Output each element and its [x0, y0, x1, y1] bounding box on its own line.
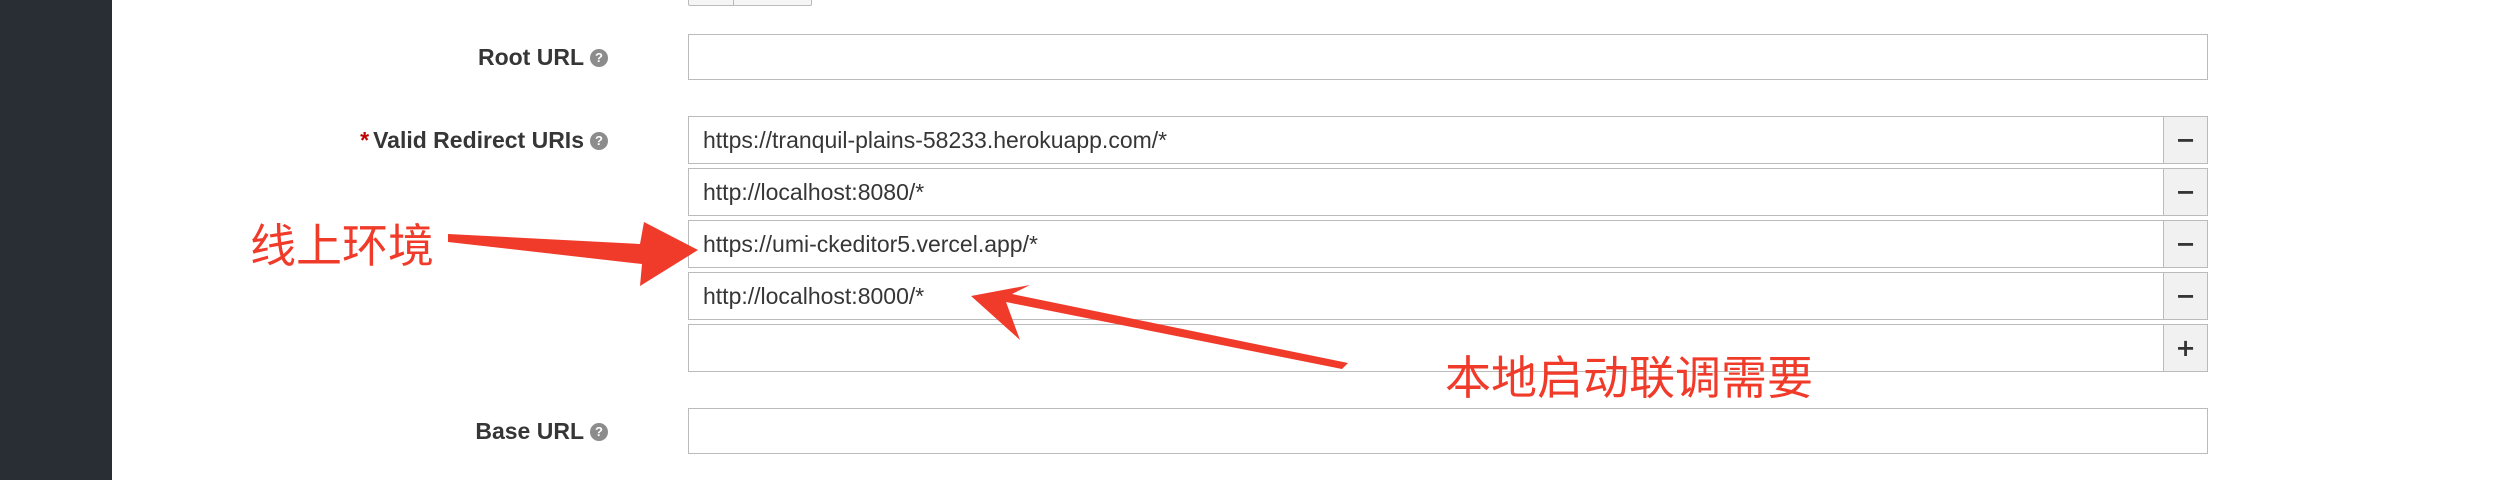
- annotation-arrows: [448, 222, 1348, 369]
- arrow-local-debug: [971, 285, 1348, 369]
- arrow-online-env: [448, 222, 698, 286]
